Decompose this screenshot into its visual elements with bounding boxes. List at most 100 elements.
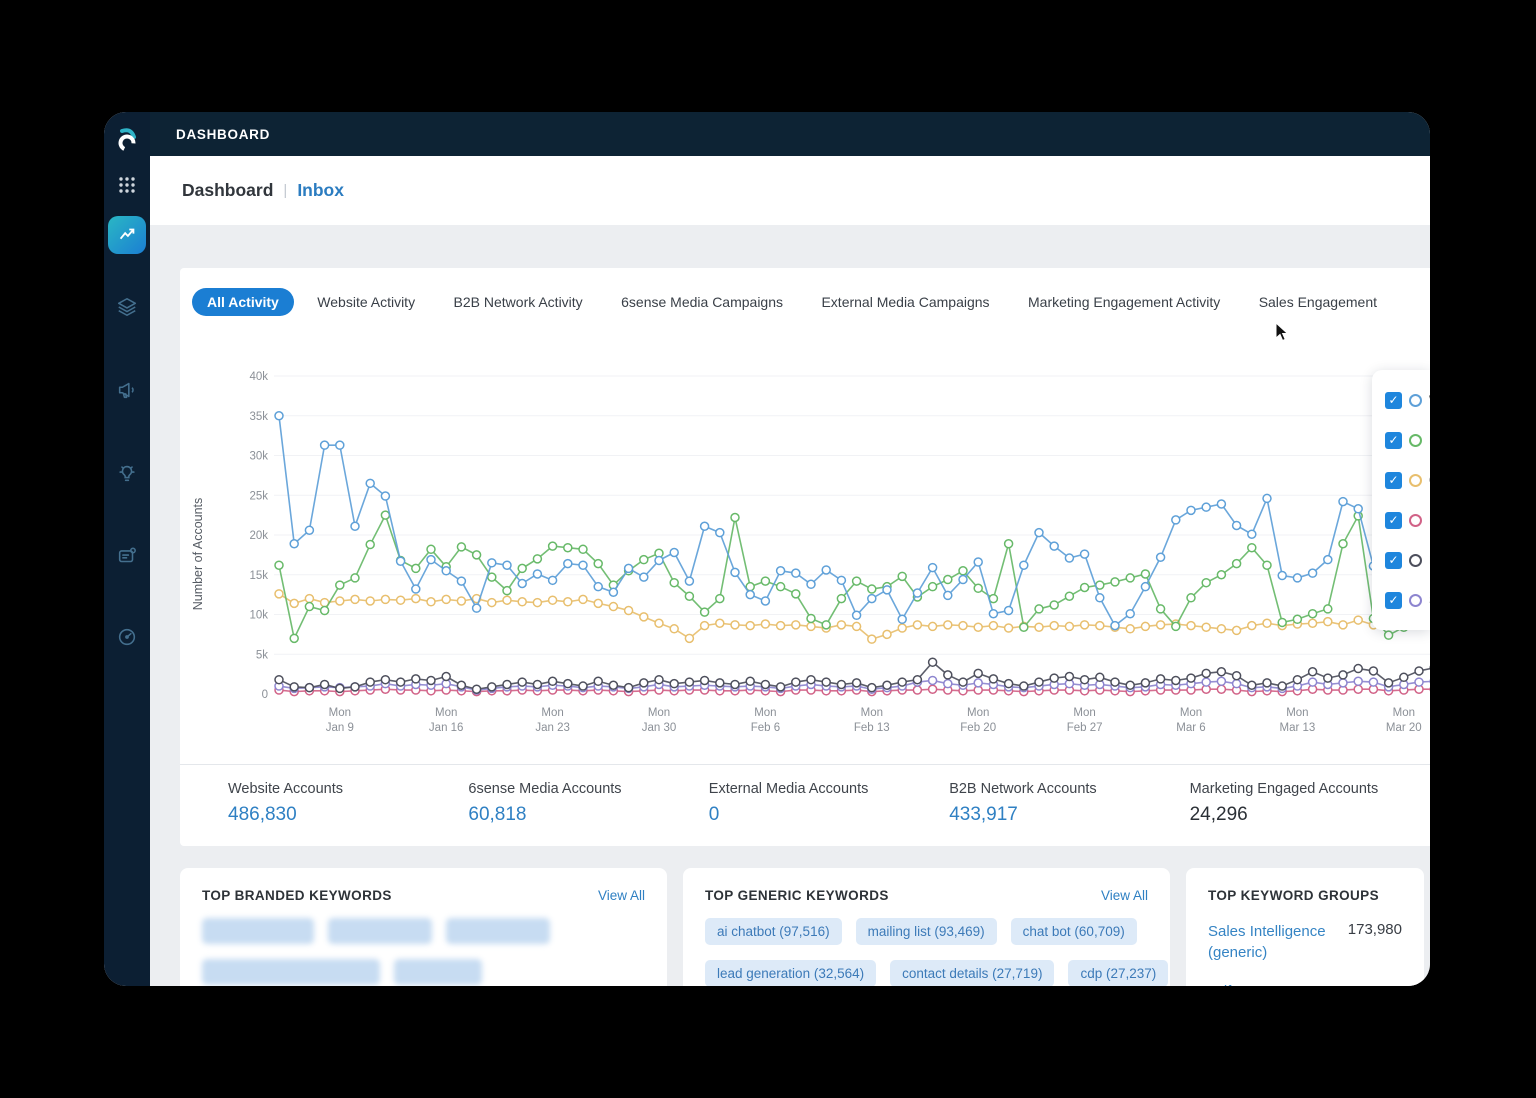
data-point[interactable] (1081, 583, 1089, 591)
data-point[interactable] (640, 613, 648, 621)
data-point[interactable] (336, 441, 344, 449)
data-point[interactable] (716, 619, 724, 627)
redacted-keyword-chip[interactable] (202, 959, 380, 985)
data-point[interactable] (381, 511, 389, 519)
data-point[interactable] (533, 599, 541, 607)
keyword-group-link[interactable]: Sales Intelligence (generic) (1208, 921, 1348, 963)
data-point[interactable] (792, 678, 800, 686)
data-point[interactable] (1263, 561, 1271, 569)
data-point[interactable] (1081, 550, 1089, 558)
data-point[interactable] (549, 542, 557, 550)
data-point[interactable] (1157, 621, 1165, 629)
data-point[interactable] (1141, 622, 1149, 630)
data-point[interactable] (883, 681, 891, 689)
data-point[interactable] (1096, 594, 1104, 602)
legend-checkbox-checked[interactable]: ✓ (1385, 552, 1402, 569)
data-point[interactable] (1035, 678, 1043, 686)
data-point[interactable] (777, 683, 785, 691)
data-point[interactable] (336, 597, 344, 605)
data-point[interactable] (1248, 622, 1256, 630)
data-point[interactable] (442, 595, 450, 603)
data-point[interactable] (1096, 673, 1104, 681)
data-point[interactable] (913, 589, 921, 597)
data-point[interactable] (701, 676, 709, 684)
keyword-group-link[interactable]: Drift (1208, 981, 1236, 986)
data-point[interactable] (837, 680, 845, 688)
data-point[interactable] (1020, 623, 1028, 631)
data-point[interactable] (1385, 679, 1393, 687)
data-point[interactable] (594, 599, 602, 607)
data-point[interactable] (731, 680, 739, 688)
data-point[interactable] (1157, 675, 1165, 683)
data-point[interactable] (1354, 505, 1362, 513)
breadcrumb-inbox[interactable]: Inbox (297, 180, 344, 201)
data-point[interactable] (503, 596, 511, 604)
tab-all-activity[interactable]: All Activity (192, 288, 294, 316)
legend-checkbox-checked[interactable]: ✓ (1385, 432, 1402, 449)
data-point[interactable] (792, 569, 800, 577)
data-point[interactable] (1324, 674, 1332, 682)
trend-analytics-icon[interactable] (108, 216, 146, 254)
data-point[interactable] (1339, 679, 1347, 687)
data-point[interactable] (807, 580, 815, 588)
megaphone-icon[interactable] (104, 367, 150, 413)
data-point[interactable] (442, 673, 450, 681)
data-point[interactable] (397, 557, 405, 565)
data-point[interactable] (625, 684, 633, 692)
data-point[interactable] (1369, 678, 1377, 686)
data-point[interactable] (625, 607, 633, 615)
data-point[interactable] (305, 526, 313, 534)
data-point[interactable] (564, 680, 572, 688)
data-point[interactable] (579, 682, 587, 690)
data-point[interactable] (503, 561, 511, 569)
data-point[interactable] (1187, 622, 1195, 630)
data-point[interactable] (1202, 503, 1210, 511)
data-point[interactable] (1172, 516, 1180, 524)
data-point[interactable] (1126, 574, 1134, 582)
data-point[interactable] (594, 560, 602, 568)
data-point[interactable] (518, 579, 526, 587)
data-point[interactable] (1354, 685, 1362, 693)
data-point[interactable] (412, 585, 420, 593)
data-point[interactable] (822, 621, 830, 629)
data-point[interactable] (944, 680, 952, 688)
data-point[interactable] (837, 576, 845, 584)
tab-marketing-engagement-activity[interactable]: Marketing Engagement Activity (1013, 288, 1235, 316)
data-point[interactable] (351, 595, 359, 603)
tab-website-activity[interactable]: Website Activity (302, 288, 430, 316)
data-point[interactable] (959, 567, 967, 575)
data-point[interactable] (1293, 676, 1301, 684)
data-point[interactable] (397, 678, 405, 686)
data-point[interactable] (518, 598, 526, 606)
data-point[interactable] (701, 522, 709, 530)
data-point[interactable] (1050, 674, 1058, 682)
data-point[interactable] (1005, 607, 1013, 615)
data-point[interactable] (579, 595, 587, 603)
data-point[interactable] (1005, 624, 1013, 632)
data-point[interactable] (685, 577, 693, 585)
data-point[interactable] (1354, 677, 1362, 685)
data-point[interactable] (731, 568, 739, 576)
data-point[interactable] (716, 529, 724, 537)
tab-external-media-campaigns[interactable]: External Media Campaigns (806, 288, 1004, 316)
data-point[interactable] (1309, 610, 1317, 618)
data-point[interactable] (1233, 672, 1241, 680)
data-point[interactable] (488, 559, 496, 567)
data-point[interactable] (1233, 680, 1241, 688)
generic-view-all-link[interactable]: View All (1101, 888, 1148, 903)
data-point[interactable] (731, 621, 739, 629)
data-point[interactable] (1309, 619, 1317, 627)
data-point[interactable] (427, 556, 435, 564)
redacted-keyword-chip[interactable] (328, 918, 432, 944)
data-point[interactable] (837, 621, 845, 629)
data-point[interactable] (1324, 556, 1332, 564)
data-point[interactable] (868, 585, 876, 593)
data-point[interactable] (1324, 605, 1332, 613)
data-point[interactable] (1202, 623, 1210, 631)
data-point[interactable] (1217, 677, 1225, 685)
data-point[interactable] (1339, 498, 1347, 506)
data-point[interactable] (685, 634, 693, 642)
data-point[interactable] (1065, 622, 1073, 630)
data-point[interactable] (640, 573, 648, 581)
data-point[interactable] (1081, 621, 1089, 629)
